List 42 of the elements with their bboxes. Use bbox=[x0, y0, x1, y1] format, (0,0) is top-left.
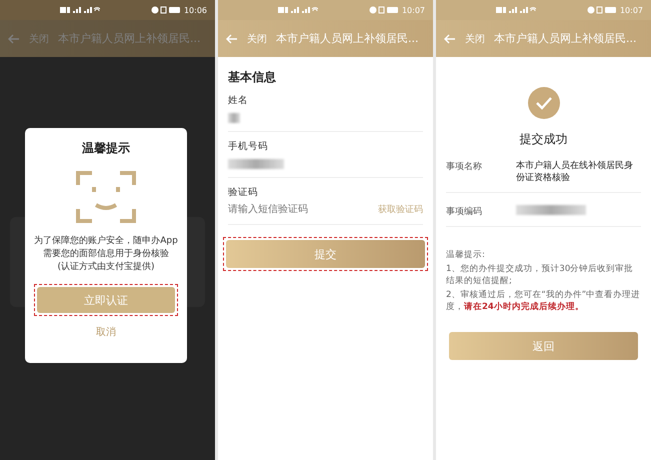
detail-label: 事项编码 bbox=[446, 206, 483, 218]
clock-time: 10:07 bbox=[620, 6, 643, 14]
blurred-value bbox=[228, 159, 284, 169]
cancel-link[interactable]: 取消 bbox=[96, 325, 116, 339]
notes-title: 温馨提示: bbox=[446, 249, 486, 261]
primary-button[interactable]: 提交 bbox=[226, 240, 425, 268]
back-arrow-icon bbox=[8, 34, 20, 44]
dialog-message: 为了保障您的账户安全，随申办App bbox=[34, 235, 178, 248]
section-title: 基本信息 bbox=[228, 69, 277, 86]
primary-button[interactable]: 返回 bbox=[449, 332, 638, 360]
clock-time: 10:06 bbox=[184, 6, 207, 14]
dialog-message: (认证方式由支付宝提供) bbox=[57, 261, 155, 274]
detail-value: 本市户籍人员在线补领居民身份证资格核验 bbox=[516, 160, 634, 184]
dialog-title: 温馨提示 bbox=[82, 140, 130, 157]
note-text: 2、审核通过后，您可在“我的办件”中查看办理进度，请在24小时内完成后续办理。 bbox=[446, 289, 641, 313]
check-icon bbox=[528, 87, 560, 119]
blurred-value bbox=[516, 205, 586, 215]
blurred-value bbox=[228, 113, 240, 123]
get-code-link[interactable]: 获取验证码 bbox=[378, 203, 423, 216]
signal-icon bbox=[496, 6, 536, 14]
face-scan-icon bbox=[76, 169, 136, 225]
page-title: 本市户籍人员网上补领居民... bbox=[276, 31, 418, 46]
page-title: 本市户籍人员网上补领居民... bbox=[494, 31, 636, 46]
signal-icon bbox=[278, 6, 318, 14]
field-label: 验证码 bbox=[228, 186, 259, 199]
signal-icon bbox=[60, 6, 100, 14]
close-link[interactable]: 关闭 bbox=[465, 32, 485, 46]
dialog-message: 需要您的面部信息用于身份核验 bbox=[43, 248, 169, 261]
note-text: 1、您的办件提交成功，预计30分钟后收到审批结果的短信提醒; bbox=[446, 263, 634, 287]
field-label: 手机号码 bbox=[228, 140, 269, 153]
battery-icon bbox=[368, 6, 399, 14]
battery-icon bbox=[586, 6, 617, 14]
close-link[interactable]: 关闭 bbox=[247, 32, 267, 46]
clock-time: 10:07 bbox=[402, 6, 425, 14]
detail-label: 事项名称 bbox=[446, 160, 483, 174]
result-title: 提交成功 bbox=[520, 131, 568, 148]
back-arrow-icon bbox=[226, 34, 238, 44]
battery-icon bbox=[150, 6, 181, 14]
primary-button[interactable]: 立即认证 bbox=[37, 287, 175, 313]
field-label: 姓名 bbox=[228, 94, 249, 107]
back-arrow-icon bbox=[444, 34, 456, 44]
input-field[interactable]: 请输入短信验证码 bbox=[228, 204, 328, 215]
